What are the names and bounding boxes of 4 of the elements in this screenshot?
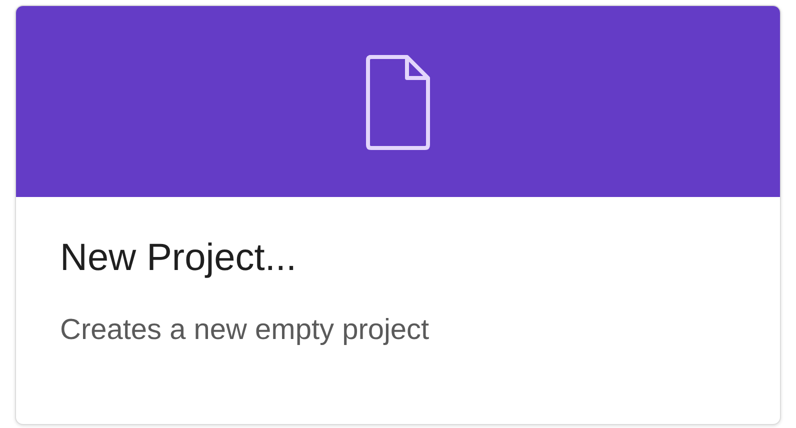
document-icon [365,54,431,150]
new-project-card[interactable]: New Project... Creates a new empty project [15,5,781,425]
card-description: Creates a new empty project [60,314,430,347]
card-title: New Project... [60,237,297,280]
